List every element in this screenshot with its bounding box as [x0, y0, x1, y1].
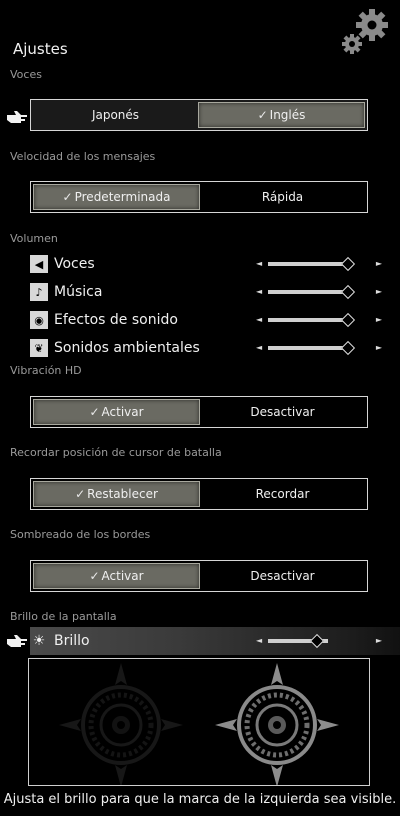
speed-option-fast[interactable]: Rápida — [200, 184, 365, 210]
slider-knob[interactable] — [340, 284, 356, 300]
edge-shading-option-on[interactable]: ✓ Activar — [33, 563, 200, 589]
volume-label: Volumen — [10, 232, 58, 245]
pointing-hand-cursor-icon — [7, 111, 27, 123]
arrow-left-icon[interactable]: ◄ — [256, 287, 262, 296]
edge-shading-toggle: ✓ Activar Desactivar — [30, 560, 368, 592]
sun-icon: ☀ — [32, 633, 46, 649]
hd-vibration-option-on[interactable]: ✓ Activar — [33, 399, 200, 425]
hd-vibration-toggle: ✓ Activar Desactivar — [30, 396, 368, 428]
checkmark-icon: ✓ — [89, 569, 100, 583]
volume-row-ambient[interactable]: ❦ Sonidos ambientales ◄ ► — [30, 336, 390, 360]
edge-shading-label: Sombreado de los bordes — [10, 528, 151, 541]
arrow-left-icon[interactable]: ◄ — [256, 259, 262, 268]
volume-row-sound-effects[interactable]: ◉ Efectos de sonido ◄ ► — [30, 308, 390, 332]
checkmark-icon: ✓ — [257, 108, 268, 122]
music-volume-slider[interactable]: ◄ ► — [256, 280, 382, 304]
arrow-left-icon[interactable]: ◄ — [256, 315, 262, 324]
arrow-right-icon[interactable]: ► — [376, 259, 382, 268]
hd-vibration-option-off[interactable]: Desactivar — [200, 399, 365, 425]
pointing-hand-cursor-icon — [7, 635, 27, 647]
checkmark-icon: ✓ — [89, 405, 100, 419]
cursor-memory-option-remember[interactable]: Recordar — [200, 481, 365, 507]
arrow-left-icon[interactable]: ◄ — [256, 636, 262, 645]
cursor-memory-toggle: ✓ Restablecer Recordar — [30, 478, 368, 510]
brightness-slider[interactable]: ◄ ► — [256, 629, 382, 653]
message-speed-toggle: ✓ Predeterminada Rápida — [30, 181, 368, 213]
settings-gear-icon — [342, 9, 388, 54]
cursor-memory-label: Recordar posición de cursor de batalla — [10, 446, 222, 459]
screen-brightness-label: Brillo de la pantalla — [10, 610, 117, 623]
volume-row-voices[interactable]: ◀ Voces ◄ ► — [30, 252, 390, 276]
slider-knob[interactable] — [340, 256, 356, 272]
slider-knob[interactable] — [309, 633, 325, 649]
arrow-right-icon[interactable]: ► — [376, 315, 382, 324]
sound-effects-volume-slider[interactable]: ◄ ► — [256, 308, 382, 332]
bright-compass-mark — [215, 663, 339, 787]
arrow-right-icon[interactable]: ► — [376, 343, 382, 352]
voices-toggle: Japonés ✓ Inglés — [30, 99, 368, 131]
voices-option-japanese[interactable]: Japonés — [33, 102, 198, 128]
brightness-hint: Ajusta el brillo para que la marca de la… — [3, 792, 397, 807]
brightness-calibration-marks — [59, 663, 339, 787]
edge-shading-option-off[interactable]: Desactivar — [200, 563, 365, 589]
arrow-right-icon[interactable]: ► — [376, 287, 382, 296]
voice-icon: ◀ — [30, 255, 48, 273]
brightness-preview — [28, 658, 370, 787]
message-speed-label: Velocidad de los mensajes — [10, 150, 156, 163]
ambient-volume-slider[interactable]: ◄ ► — [256, 336, 382, 360]
arrow-left-icon[interactable]: ◄ — [256, 343, 262, 352]
brightness-row[interactable]: ☀ Brillo ◄ ► — [30, 629, 390, 653]
voices-volume-slider[interactable]: ◄ ► — [256, 252, 382, 276]
sound-effects-icon: ◉ — [30, 311, 48, 329]
dim-compass-mark — [59, 663, 183, 787]
checkmark-icon: ✓ — [75, 487, 86, 501]
volume-row-music[interactable]: ♪ Música ◄ ► — [30, 280, 390, 304]
voices-option-english[interactable]: ✓ Inglés — [198, 102, 365, 128]
arrow-right-icon[interactable]: ► — [376, 636, 382, 645]
slider-knob[interactable] — [340, 312, 356, 328]
leaf-icon: ❦ — [30, 339, 48, 357]
music-note-icon: ♪ — [30, 283, 48, 301]
cursor-memory-option-reset[interactable]: ✓ Restablecer — [33, 481, 200, 507]
hd-vibration-label: Vibración HD — [10, 364, 82, 377]
voices-label: Voces — [10, 68, 42, 81]
slider-knob[interactable] — [340, 340, 356, 356]
checkmark-icon: ✓ — [62, 190, 73, 204]
speed-option-default[interactable]: ✓ Predeterminada — [33, 184, 200, 210]
page-title: Ajustes — [13, 40, 68, 58]
